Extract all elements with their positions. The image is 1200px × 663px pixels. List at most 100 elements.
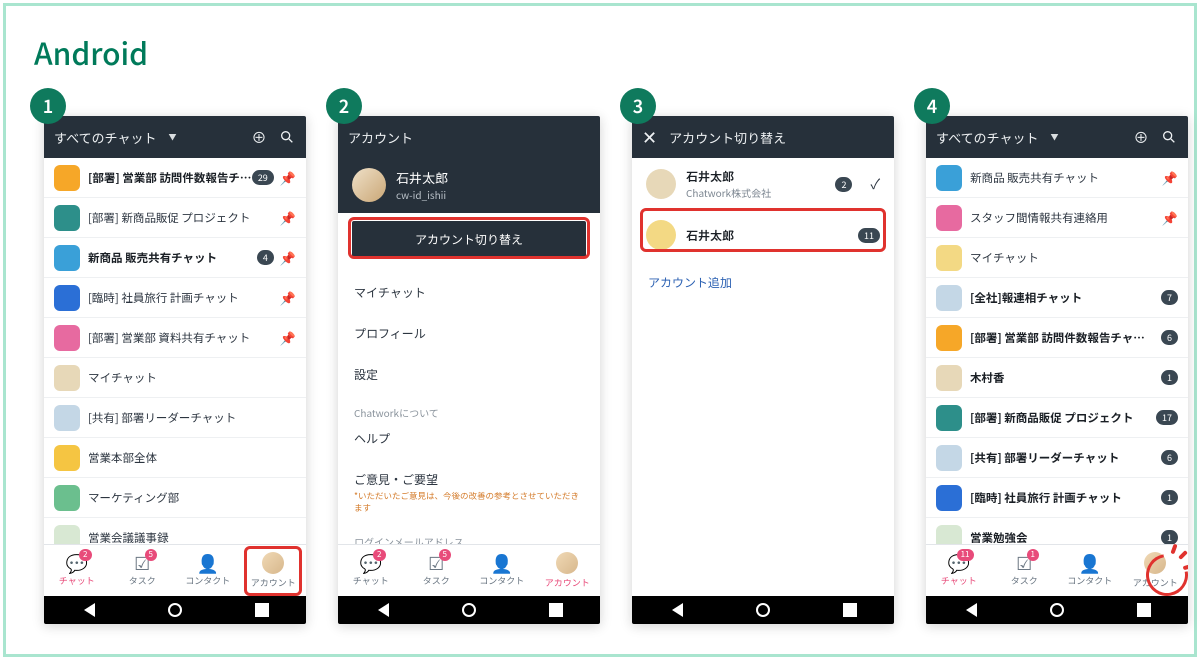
unread-badge: 1 [1161, 490, 1178, 505]
tab-chat[interactable]: 💬チャット2 [44, 545, 110, 596]
tab-chat[interactable]: 💬チャット11 [926, 545, 992, 596]
recents-icon[interactable] [549, 603, 563, 617]
tab-chat[interactable]: 💬チャット2 [338, 545, 404, 596]
close-icon[interactable]: ✕ [642, 124, 657, 150]
chat-row[interactable]: [部署] 新商品販促 プロジェクト📌 [44, 198, 306, 238]
chat-title: [部署] 新商品販促 プロジェクト [962, 410, 1156, 426]
recents-icon[interactable] [843, 603, 857, 617]
switch-account-button[interactable]: アカウント切り替え [352, 221, 586, 258]
badge-count: 1 [1027, 549, 1039, 561]
chat-row[interactable]: マイチャット [44, 358, 306, 398]
back-icon[interactable] [963, 603, 977, 617]
chat-row[interactable]: 営業会議議事録 [44, 518, 306, 544]
chat-filter-dropdown[interactable]: すべてのチャット [936, 128, 1038, 147]
chat-avatar-icon [54, 365, 80, 391]
chat-row[interactable]: [共有] 部署リーダーチャット [44, 398, 306, 438]
tab-contact[interactable]: 👤コンタクト [1057, 545, 1123, 596]
account-name: 石井太郎 [686, 227, 848, 244]
step-badge-1: 1 [30, 88, 66, 124]
bottom-nav: 💬チャット11 ☑タスク1 👤コンタクト アカウント [926, 544, 1188, 596]
home-icon[interactable] [1050, 603, 1064, 617]
tab-account[interactable]: アカウント [535, 545, 601, 596]
page-title: Android [34, 30, 148, 74]
search-icon[interactable] [278, 128, 296, 146]
chat-avatar-icon [54, 485, 80, 511]
chat-row[interactable]: スタッフ間情報共有連絡用📌 [926, 198, 1188, 238]
step-badge-3: 3 [620, 88, 656, 124]
chat-avatar-icon [936, 205, 962, 231]
phone-screen-3: ✕ アカウント切り替え 石井太郎Chatwork株式会社2✓石井太郎11 アカウ… [632, 116, 894, 624]
unread-badge: 11 [858, 228, 880, 243]
android-nav-bar [44, 596, 306, 624]
tab-contact[interactable]: 👤コンタクト [469, 545, 535, 596]
chat-row[interactable]: マーケティング部 [44, 478, 306, 518]
chat-row[interactable]: [部署] 営業部 訪問件数報告チャ…6 [926, 318, 1188, 358]
chat-row[interactable]: 営業勉強会1 [926, 518, 1188, 544]
chat-avatar-icon [54, 205, 80, 231]
chat-avatar-icon [936, 445, 962, 471]
unread-badge: 29 [252, 170, 274, 185]
chat-row[interactable]: [臨時] 社員旅行 計画チャット1 [926, 478, 1188, 518]
home-icon[interactable] [756, 603, 770, 617]
tab-label: コンタクト [1067, 574, 1112, 587]
chat-row[interactable]: [全社]報連相チャット7 [926, 278, 1188, 318]
chat-row[interactable]: 木村香1 [926, 358, 1188, 398]
chat-row[interactable]: [臨時] 社員旅行 計画チャット📌 [44, 278, 306, 318]
tab-label: タスク [1011, 574, 1038, 587]
chat-row[interactable]: [部署] 新商品販促 プロジェクト17 [926, 398, 1188, 438]
chat-row[interactable]: [共有] 部署リーダーチャット6 [926, 438, 1188, 478]
tab-label: アカウント [251, 576, 296, 589]
account-row[interactable]: 石井太郎 11 [632, 210, 894, 260]
chat-row[interactable]: [部署] 営業部 資料共有チャット📌 [44, 318, 306, 358]
recents-icon[interactable] [255, 603, 269, 617]
chat-title: [部署] 営業部 訪問件数報告チ… [80, 170, 252, 186]
chat-avatar-icon [936, 525, 962, 545]
menu-feedback[interactable]: ご意見・ご要望 [338, 459, 600, 490]
menu-help[interactable]: ヘルプ [338, 424, 600, 459]
menu-mychat[interactable]: マイチャット [338, 272, 600, 313]
pin-icon: 📌 [280, 168, 296, 187]
menu-settings[interactable]: 設定 [338, 354, 600, 395]
add-icon[interactable]: ⊕ [250, 128, 268, 146]
badge-count: 2 [373, 549, 385, 561]
chat-row[interactable]: マイチャット [926, 238, 1188, 278]
chevron-down-icon[interactable]: ▼ [1044, 132, 1064, 143]
chat-row[interactable]: 新商品 販売共有チャット📌 [926, 158, 1188, 198]
tab-label: チャット [59, 574, 95, 587]
tab-task[interactable]: ☑タスク5 [404, 545, 470, 596]
tab-contact[interactable]: 👤コンタクト [175, 545, 241, 596]
tab-task[interactable]: ☑タスク1 [992, 545, 1058, 596]
chat-row[interactable]: [部署] 営業部 訪問件数報告チ…29 📌 [44, 158, 306, 198]
step-badge-2: 2 [326, 88, 362, 124]
tab-account[interactable]: アカウント [241, 545, 307, 596]
home-icon[interactable] [462, 603, 476, 617]
home-icon[interactable] [168, 603, 182, 617]
add-account-link[interactable]: アカウント追加 [632, 260, 894, 305]
phone-screen-2: アカウント 石井太郎 cw-id_ishii アカウント切り替え マイチャット … [338, 116, 600, 624]
unread-badge: 4 [257, 250, 274, 265]
chevron-down-icon[interactable]: ▼ [162, 132, 182, 143]
tab-task[interactable]: ☑タスク5 [110, 545, 176, 596]
chat-filter-dropdown[interactable]: すべてのチャット [54, 128, 156, 147]
chat-row[interactable]: 新商品 販売共有チャット4📌 [44, 238, 306, 278]
chat-row[interactable]: 営業本部全体 [44, 438, 306, 478]
pin-icon: 📌 [280, 208, 296, 227]
unread-badge: 6 [1161, 330, 1178, 345]
recents-icon[interactable] [1137, 603, 1151, 617]
chat-title: [部署] 営業部 訪問件数報告チャ… [962, 330, 1161, 346]
menu-profile[interactable]: プロフィール [338, 313, 600, 354]
account-row[interactable]: 石井太郎Chatwork株式会社2✓ [632, 158, 894, 210]
back-icon[interactable] [669, 603, 683, 617]
search-icon[interactable] [1160, 128, 1178, 146]
back-icon[interactable] [375, 603, 389, 617]
add-icon[interactable]: ⊕ [1132, 128, 1150, 146]
chat-list[interactable]: 新商品 販売共有チャット📌スタッフ間情報共有連絡用📌マイチャット[全社]報連相チ… [926, 158, 1188, 544]
back-icon[interactable] [81, 603, 95, 617]
chat-title: [部署] 営業部 資料共有チャット [80, 330, 274, 346]
tab-label: コンタクト [185, 574, 230, 587]
screen-title: アカウント [348, 128, 413, 147]
tab-account[interactable]: アカウント [1123, 545, 1189, 596]
chat-title: 営業本部全体 [80, 450, 296, 466]
chat-list[interactable]: [部署] 営業部 訪問件数報告チ…29📌[部署] 新商品販促 プロジェクト📌新商… [44, 158, 306, 544]
badge-count: 11 [957, 549, 974, 561]
